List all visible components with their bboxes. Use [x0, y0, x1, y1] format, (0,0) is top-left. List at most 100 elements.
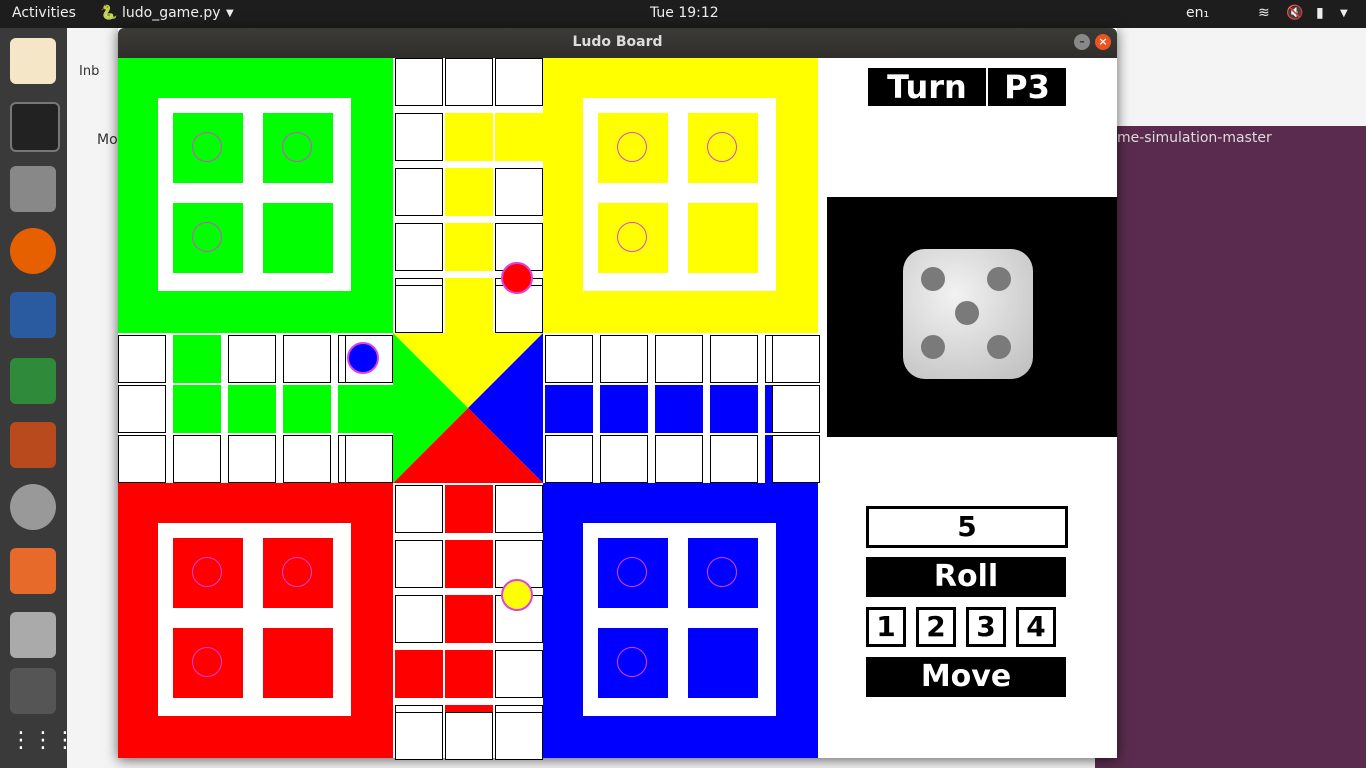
writer-icon[interactable]: [10, 292, 56, 338]
minimize-button[interactable]: –: [1074, 34, 1090, 50]
track-cell: [173, 435, 221, 483]
track-cell: [345, 435, 393, 483]
center-finish: [393, 333, 543, 483]
files-icon[interactable]: [10, 166, 56, 212]
token-4-button[interactable]: 4: [1016, 607, 1056, 647]
green-home-inner: [158, 98, 351, 291]
dice-pip: [987, 335, 1011, 359]
yellow-home: [543, 58, 818, 333]
volume-icon[interactable]: 🔇: [1286, 5, 1303, 21]
track-cell: [655, 335, 703, 383]
track-cell: [655, 435, 703, 483]
track-cell: [545, 385, 593, 433]
track-cell: [710, 385, 758, 433]
background-filemanager-window: me-simulation-master: [1095, 126, 1366, 768]
dice-value: 5: [866, 506, 1068, 548]
token-2-button[interactable]: 2: [916, 607, 956, 647]
track-cell: [600, 385, 648, 433]
track-cell: [228, 335, 276, 383]
dice-face-icon: [903, 249, 1033, 379]
activities-button[interactable]: Activities: [12, 5, 76, 21]
blue-slot-4[interactable]: [688, 628, 758, 698]
top-bar: Activities 🐍 ludo_game.py ▼ Tue 19:12 en…: [0, 0, 1366, 28]
yellow-slot-1[interactable]: [598, 113, 668, 183]
tool-icon[interactable]: [10, 612, 56, 658]
track-cell: [395, 113, 443, 161]
track-cell: [395, 58, 443, 106]
track-cell: [445, 113, 493, 161]
token-ring: [282, 557, 312, 587]
track-cell: [395, 712, 443, 760]
software-center-icon[interactable]: [10, 548, 56, 594]
token-ring: [192, 132, 222, 162]
browser-menu[interactable]: Mo: [97, 132, 118, 148]
yellow-slot-4[interactable]: [688, 203, 758, 273]
red-slot-1[interactable]: [173, 538, 243, 608]
blue-slot-3[interactable]: [598, 628, 668, 698]
red-slot-3[interactable]: [173, 628, 243, 698]
token-ring: [707, 132, 737, 162]
show-apps-icon[interactable]: ⋮⋮⋮: [10, 718, 76, 764]
calc-icon[interactable]: [10, 358, 56, 404]
red-home: [118, 483, 393, 758]
yellow-slot-2[interactable]: [688, 113, 758, 183]
token-ring: [617, 557, 647, 587]
browser-tab[interactable]: Inb: [79, 64, 99, 79]
token-3-button[interactable]: 3: [966, 607, 1006, 647]
track-cell: [228, 435, 276, 483]
terminal-icon[interactable]: [10, 102, 60, 152]
token-ring: [617, 647, 647, 677]
green-slot-4[interactable]: [263, 203, 333, 273]
app-menu-icon[interactable]: 🐍: [100, 5, 117, 21]
ludo-window: Ludo Board – × Turn P3 5 Roll 1 2 3 4 Mo…: [118, 28, 1117, 760]
track-cell: [345, 385, 393, 433]
settings-icon[interactable]: [10, 484, 56, 530]
track-cell: [495, 58, 543, 106]
wifi-icon[interactable]: ≋: [1258, 5, 1270, 21]
token-ring: [707, 557, 737, 587]
track-cell: [600, 335, 648, 383]
track-cell: [495, 485, 543, 533]
track-cell: [772, 385, 820, 433]
track-cell: [228, 385, 276, 433]
track-cell: [600, 435, 648, 483]
track-cell: [118, 385, 166, 433]
track-cell: [445, 485, 493, 533]
turn-label: Turn: [868, 68, 986, 106]
green-slot-1[interactable]: [173, 113, 243, 183]
text-editor-icon[interactable]: [10, 38, 56, 84]
red-slot-4[interactable]: [263, 628, 333, 698]
battery-icon[interactable]: ▮: [1316, 5, 1324, 21]
clock[interactable]: Tue 19:12: [650, 5, 719, 21]
yellow-home-inner: [583, 98, 776, 291]
yellow-token[interactable]: [501, 579, 533, 611]
move-button[interactable]: Move: [866, 657, 1066, 697]
token-ring: [282, 132, 312, 162]
close-button[interactable]: ×: [1095, 34, 1111, 50]
green-slot-3[interactable]: [173, 203, 243, 273]
token-1-button[interactable]: 1: [866, 607, 906, 647]
language-indicator[interactable]: en₁: [1186, 5, 1209, 21]
track-cell: [395, 285, 443, 333]
track-cell: [118, 335, 166, 383]
track-cell: [395, 223, 443, 271]
blue-home-inner: [583, 523, 776, 716]
yellow-slot-3[interactable]: [598, 203, 668, 273]
blue-slot-2[interactable]: [688, 538, 758, 608]
firefox-icon[interactable]: [10, 228, 56, 274]
red-token[interactable]: [501, 262, 533, 294]
green-slot-2[interactable]: [263, 113, 333, 183]
dice-display: [827, 197, 1117, 437]
roll-button[interactable]: Roll: [866, 557, 1066, 597]
blue-slot-1[interactable]: [598, 538, 668, 608]
track-cell: [495, 168, 543, 216]
app-menu[interactable]: ludo_game.py: [122, 5, 221, 21]
python-app-icon[interactable]: [10, 668, 56, 714]
red-slot-2[interactable]: [263, 538, 333, 608]
impress-icon[interactable]: [10, 422, 56, 468]
track-cell: [495, 650, 543, 698]
system-menu-chevron-icon[interactable]: ▼: [1340, 8, 1348, 19]
blue-token[interactable]: [347, 342, 379, 374]
track-cell: [395, 540, 443, 588]
green-home: [118, 58, 393, 333]
